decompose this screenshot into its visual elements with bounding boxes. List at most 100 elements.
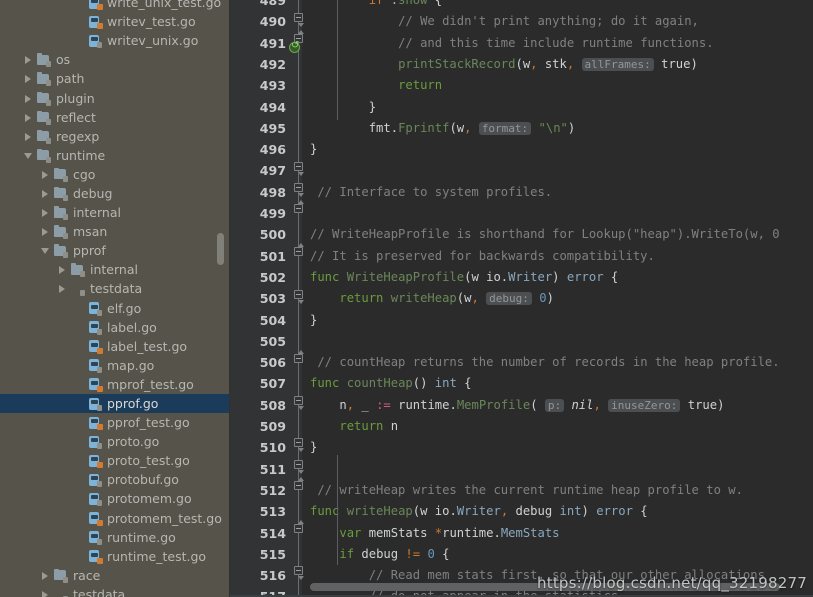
tree-item[interactable]: internal	[0, 203, 230, 222]
tree-item[interactable]: plugin	[0, 88, 230, 107]
chevron-right-icon[interactable]	[23, 54, 34, 65]
code-line[interactable]: n, _ := runtime.MemProfile( p: nil, inus…	[310, 395, 724, 416]
project-tree[interactable]: write_unix_test.go writev_test.go writev_u…	[0, 0, 230, 597]
tree-item[interactable]: path	[0, 69, 230, 88]
folder-icon	[36, 148, 51, 163]
code-content[interactable]: 489 if .show {490 // We didn't print any…	[230, 0, 813, 597]
tree-item[interactable]: pprof	[0, 241, 230, 260]
tree-item[interactable]: protobuf.go	[0, 470, 230, 489]
code-line[interactable]: // and this time include runtime functio…	[310, 33, 714, 54]
code-line[interactable]: func writeHeap(w io.Writer, debug int) e…	[310, 501, 648, 522]
tree-item[interactable]: writev_unix.go	[0, 31, 230, 50]
tree-item[interactable]: cgo	[0, 165, 230, 184]
tree-item[interactable]: testdata	[0, 279, 230, 298]
chevron-right-icon[interactable]	[40, 169, 51, 180]
code-line[interactable]: // We didn't print anything; do it again…	[310, 11, 699, 32]
tree-item[interactable]: reflect	[0, 108, 230, 127]
code-line[interactable]: }	[310, 437, 317, 458]
tree-item[interactable]: race	[0, 566, 230, 585]
fold-marker[interactable]	[294, 477, 304, 490]
code-line[interactable]: if .show {	[310, 0, 442, 11]
tree-item[interactable]: runtime	[0, 146, 230, 165]
tree-item-label: debug	[73, 185, 113, 201]
tree-item[interactable]: proto_test.go	[0, 451, 230, 470]
chevron-right-icon[interactable]	[23, 112, 34, 123]
go-file-icon	[87, 321, 102, 335]
code-line[interactable]: // writeHeap writes the current runtime …	[310, 480, 743, 501]
fold-marker[interactable]	[294, 200, 304, 213]
chevron-right-icon[interactable]	[40, 226, 51, 237]
line-number: 492	[259, 56, 286, 72]
fold-marker[interactable]	[294, 520, 304, 533]
tree-item[interactable]: msan	[0, 222, 230, 241]
lock-badge-icon	[46, 80, 51, 87]
fold-marker[interactable]	[294, 13, 304, 27]
fold-marker[interactable]	[294, 243, 304, 256]
code-line[interactable]: printStackRecord(w, stk, allFrames: true…	[310, 54, 698, 75]
fold-marker[interactable]	[294, 396, 304, 410]
code-line[interactable]: fmt.Fprintf(w, format: "\n")	[310, 118, 575, 139]
code-line[interactable]: func countHeap() int {	[310, 373, 471, 394]
tree-item[interactable]: protomem.go	[0, 489, 230, 508]
fold-marker[interactable]	[294, 350, 304, 363]
fold-marker[interactable]	[294, 460, 304, 474]
tree-item-label: protobuf.go	[107, 472, 179, 488]
code-line[interactable]: func WriteHeapProfile(w io.Writer) error…	[310, 267, 618, 288]
tree-item[interactable]: protomem_test.go	[0, 509, 230, 528]
chevron-right-icon[interactable]	[40, 188, 51, 199]
code-line[interactable]: // countHeap returns the number of recor…	[310, 352, 779, 373]
tree-item[interactable]: runtime.go	[0, 528, 230, 547]
tree-item[interactable]: runtime_test.go	[0, 547, 230, 566]
fold-marker[interactable]	[294, 162, 304, 176]
code-line[interactable]: return	[310, 75, 442, 96]
code-line[interactable]: if debug != 0 {	[310, 544, 449, 565]
code-line[interactable]: var memStats *runtime.MemStats	[310, 523, 559, 544]
tree-item[interactable]: write_unix_test.go	[0, 0, 230, 12]
sidebar-vertical-scrollbar[interactable]	[217, 233, 224, 265]
chevron-right-icon[interactable]	[40, 570, 51, 581]
tree-item[interactable]: mprof_test.go	[0, 375, 230, 394]
tree-item[interactable]: pprof.go	[0, 393, 230, 414]
tree-item[interactable]: pprof_test.go	[0, 413, 230, 432]
tree-item[interactable]: os	[0, 50, 230, 69]
fold-marker[interactable]	[294, 438, 304, 452]
code-line[interactable]: // WriteHeapProfile is shorthand for Loo…	[310, 224, 780, 245]
tree-item[interactable]: internal	[0, 260, 230, 279]
chevron-right-icon[interactable]	[23, 131, 34, 142]
tree-item[interactable]: label_test.go	[0, 337, 230, 356]
fold-marker[interactable]	[294, 566, 304, 580]
tree-item[interactable]: proto.go	[0, 432, 230, 451]
code-line[interactable]: return writeHeap(w, debug: 0)	[310, 288, 554, 309]
chevron-right-icon[interactable]	[40, 589, 51, 597]
tree-item[interactable]: debug	[0, 184, 230, 203]
tree-item-label: internal	[90, 262, 138, 278]
tree-item-label: runtime_test.go	[107, 548, 207, 564]
tree-item[interactable]: label.go	[0, 318, 230, 337]
fold-marker[interactable]	[294, 290, 304, 304]
editor-panel[interactable]: 489 if .show {490 // We didn't print any…	[230, 0, 813, 597]
chevron-down-icon[interactable]	[40, 245, 51, 256]
run-gutter-icon[interactable]	[289, 40, 300, 53]
code-line[interactable]: return n	[310, 416, 398, 437]
chevron-right-icon[interactable]	[57, 283, 68, 294]
tree-item[interactable]: testdata	[0, 585, 230, 597]
code-line[interactable]: }	[310, 310, 317, 331]
tree-item[interactable]: regexp	[0, 127, 230, 146]
tree-item[interactable]: writev_test.go	[0, 12, 230, 31]
chevron-right-icon[interactable]	[57, 264, 68, 275]
code-line[interactable]: // It is preserved for backwards compati…	[310, 246, 655, 267]
chevron-right-icon[interactable]	[23, 93, 34, 104]
code-line[interactable]: }	[310, 139, 317, 160]
tree-item[interactable]: elf.go	[0, 299, 230, 318]
chevron-right-icon[interactable]	[40, 207, 51, 218]
project-tree-panel[interactable]: write_unix_test.go writev_test.go writev_u…	[0, 0, 230, 597]
code-line[interactable]: // Interface to system profiles.	[310, 182, 552, 203]
go-file-icon	[87, 435, 102, 450]
line-number: 490	[259, 14, 286, 30]
tree-item[interactable]: map.go	[0, 356, 230, 375]
fold-marker[interactable]	[294, 183, 304, 197]
chevron-right-icon[interactable]	[23, 73, 34, 84]
chevron-down-icon[interactable]	[23, 150, 34, 161]
tree-item-label: pprof_test.go	[107, 415, 190, 431]
code-line[interactable]: }	[310, 97, 376, 118]
